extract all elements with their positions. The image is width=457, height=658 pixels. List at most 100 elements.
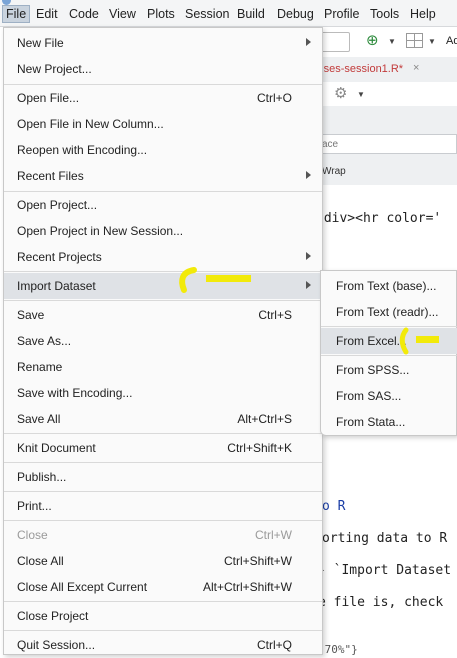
code-line: orting data to R xyxy=(322,531,448,546)
menu-item-new-project[interactable]: New Project... xyxy=(4,56,322,82)
menu-item-label: Quit Session... xyxy=(17,638,96,652)
menu-item-recent-files[interactable]: Recent Files xyxy=(4,163,322,189)
menu-item-shortcut: Alt+Ctrl+Shift+W xyxy=(202,580,292,594)
code-line: o R xyxy=(322,499,346,514)
menu-item-label: From Excel... xyxy=(336,334,407,348)
menu-item-import-dataset[interactable]: Import Dataset xyxy=(4,273,322,299)
pane-layout-icon[interactable] xyxy=(406,33,423,48)
submenu-arrow-icon xyxy=(306,281,311,289)
menu-item-save-as[interactable]: Save As... xyxy=(4,328,322,354)
chevron-down-icon[interactable]: ▼ xyxy=(357,90,365,99)
menubar: File Edit Code View Plots Session Build … xyxy=(0,0,457,27)
menu-separator xyxy=(4,462,322,463)
menu-edit[interactable]: Edit xyxy=(33,6,61,22)
menu-help[interactable]: Help xyxy=(407,6,439,22)
find-input[interactable]: ace xyxy=(317,134,457,154)
highlight-marker-excel xyxy=(399,327,439,355)
menu-item-open-file[interactable]: Open File... Ctrl+O xyxy=(4,85,322,111)
code-line: /div><hr color=' xyxy=(316,211,442,226)
menu-item-shortcut: Ctrl+Shift+W xyxy=(223,554,292,568)
menu-file[interactable]: File xyxy=(2,5,31,23)
submenu-item-from-stata[interactable]: From Stata... xyxy=(321,409,457,435)
menu-item-recent-projects[interactable]: Recent Projects xyxy=(4,244,322,270)
submenu-arrow-icon xyxy=(306,171,311,179)
menu-item-shortcut: Ctrl+O xyxy=(256,91,292,105)
menu-item-new-file[interactable]: New File xyxy=(4,30,322,56)
menu-code[interactable]: Code xyxy=(66,6,102,22)
submenu-item-from-text-readr[interactable]: From Text (readr)... xyxy=(321,299,457,325)
addins-label[interactable]: Ad xyxy=(446,35,457,47)
menu-item-label: New File xyxy=(17,36,64,50)
gear-icon[interactable]: ⚙ xyxy=(334,84,347,102)
menu-separator xyxy=(4,601,322,602)
editor-tab-strip: rcises-session1.R* × xyxy=(300,57,457,83)
menu-item-save-with-encoding[interactable]: Save with Encoding... xyxy=(4,380,322,406)
menu-item-save[interactable]: Save Ctrl+S xyxy=(4,302,322,328)
menu-view[interactable]: View xyxy=(106,6,139,22)
menu-item-label: Close All xyxy=(17,554,64,568)
menu-separator xyxy=(4,300,322,301)
code-line: - `Import Dataset xyxy=(318,563,452,578)
menu-item-label: Save xyxy=(17,308,45,322)
menu-item-label: Close xyxy=(17,528,48,542)
close-icon[interactable]: × xyxy=(413,62,419,74)
submenu-item-from-sas[interactable]: From SAS... xyxy=(321,383,457,409)
menu-item-reopen-encoding[interactable]: Reopen with Encoding... xyxy=(4,137,322,163)
menu-item-publish[interactable]: Publish... xyxy=(4,464,322,490)
menu-item-shortcut: Ctrl+Shift+K xyxy=(227,441,292,455)
menu-item-label: From SPSS... xyxy=(336,363,410,377)
menu-item-label: Close All Except Current xyxy=(17,580,148,594)
menu-item-shortcut: Ctrl+Q xyxy=(256,638,292,652)
menu-separator xyxy=(4,433,322,434)
submenu-item-from-text-base[interactable]: From Text (base)... xyxy=(321,273,457,299)
menu-debug[interactable]: Debug xyxy=(274,6,317,22)
menu-item-knit-document[interactable]: Knit Document Ctrl+Shift+K xyxy=(4,435,322,461)
chevron-down-icon[interactable]: ▼ xyxy=(388,37,396,46)
submenu-item-from-spss[interactable]: From SPSS... xyxy=(321,357,457,383)
menu-item-label: Save All xyxy=(17,412,61,426)
menu-session[interactable]: Session xyxy=(182,6,232,22)
menu-item-label: Knit Document xyxy=(17,441,96,455)
menu-item-label: Reopen with Encoding... xyxy=(17,143,148,157)
editor-toolbar: ⚙ ▼ xyxy=(300,82,457,107)
menu-item-shortcut: Ctrl+S xyxy=(258,308,292,322)
menu-item-shortcut: Alt+Ctrl+S xyxy=(237,412,292,426)
menu-item-label: Save As... xyxy=(17,334,72,348)
menu-tools[interactable]: Tools xyxy=(367,6,402,22)
menu-item-close-all[interactable]: Close All Ctrl+Shift+W xyxy=(4,548,322,574)
menu-item-label: Publish... xyxy=(17,470,67,484)
editor-tab-title[interactable]: rcises-session1.R* xyxy=(312,63,403,75)
menu-item-close-all-except-current[interactable]: Close All Except Current Alt+Ctrl+Shift+… xyxy=(4,574,322,600)
menu-item-label: From Text (base)... xyxy=(336,279,437,293)
menu-item-close-project[interactable]: Close Project xyxy=(4,603,322,629)
code-line: "70%"} xyxy=(318,643,358,656)
submenu-arrow-icon xyxy=(306,38,311,46)
menu-build[interactable]: Build xyxy=(234,6,268,22)
menu-item-label: Recent Files xyxy=(17,169,84,183)
addin-icon[interactable]: ⊕ xyxy=(366,31,384,51)
menu-separator xyxy=(4,271,322,272)
menu-item-save-all[interactable]: Save All Alt+Ctrl+S xyxy=(4,406,322,432)
menu-item-label: Recent Projects xyxy=(17,250,102,264)
wrap-option-label[interactable]: Wrap xyxy=(322,166,346,177)
chevron-down-icon[interactable]: ▼ xyxy=(428,37,436,46)
menu-item-label: Open File in New Column... xyxy=(17,117,164,131)
submenu-arrow-icon xyxy=(306,252,311,260)
menu-item-print[interactable]: Print... xyxy=(4,493,322,519)
menu-item-open-file-new-column[interactable]: Open File in New Column... xyxy=(4,111,322,137)
menu-item-open-project[interactable]: Open Project... xyxy=(4,192,322,218)
menu-item-label: Open Project in New Session... xyxy=(17,224,184,238)
file-menu-dropdown: New File New Project... Open File... Ctr… xyxy=(3,27,323,655)
menu-item-quit-session[interactable]: Quit Session... Ctrl+Q xyxy=(4,632,322,658)
menu-item-open-project-new-session[interactable]: Open Project in New Session... xyxy=(4,218,322,244)
menu-separator xyxy=(4,491,322,492)
menu-item-rename[interactable]: Rename xyxy=(4,354,322,380)
menu-profile[interactable]: Profile xyxy=(321,6,362,22)
find-bar: ace Wrap xyxy=(300,106,457,185)
highlight-marker-import xyxy=(179,267,251,293)
menu-item-label: Close Project xyxy=(17,609,89,623)
menu-plots[interactable]: Plots xyxy=(144,6,178,22)
code-line: e file is, check xyxy=(318,595,444,610)
menu-item-label: Open File... xyxy=(17,91,80,105)
menu-item-label: From Stata... xyxy=(336,415,406,429)
